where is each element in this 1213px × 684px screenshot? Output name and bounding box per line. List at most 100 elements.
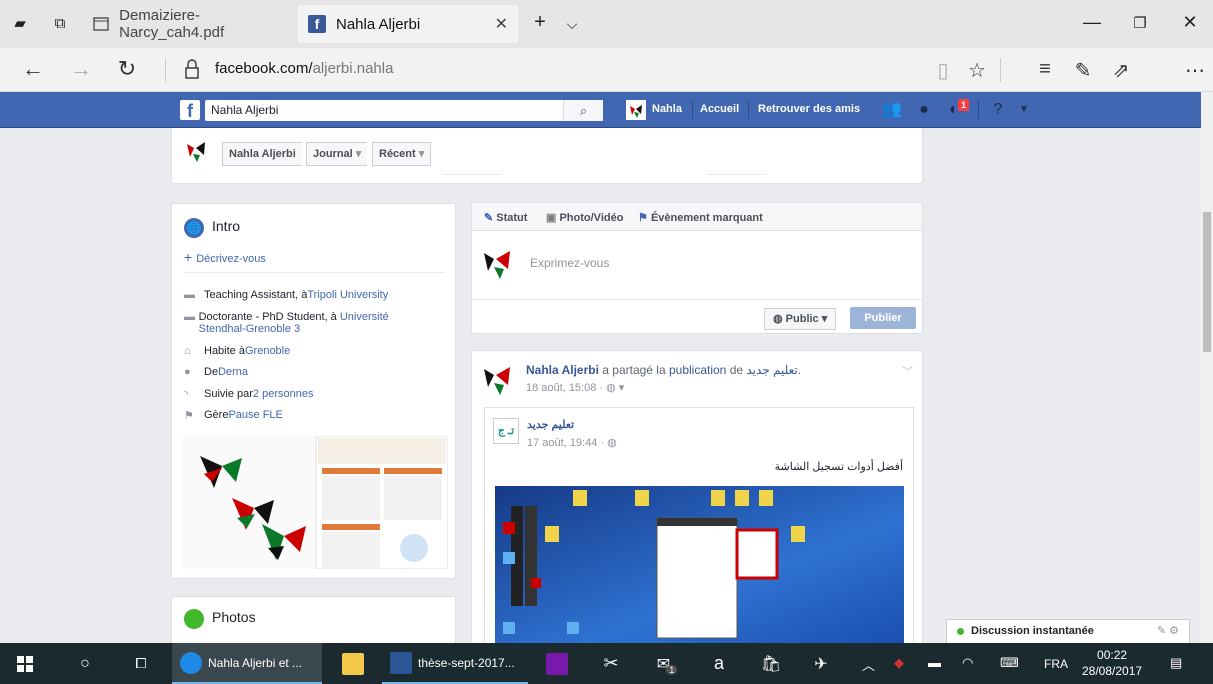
account-menu-chevron-icon[interactable]: ▼	[1014, 100, 1034, 120]
post-image[interactable]	[495, 486, 904, 646]
wifi-icon[interactable]: ◠	[962, 655, 973, 671]
work-row: ▬ Teaching Assistant, à Tripoli Universit…	[184, 289, 388, 301]
snipping-tool-icon[interactable]: ✂	[598, 643, 624, 684]
timeline-button[interactable]: Journal ▾	[306, 142, 368, 166]
lives-link[interactable]: Grenoble	[245, 345, 290, 357]
bird-app-icon[interactable]: ✈	[806, 643, 836, 684]
globe-icon: 🌐	[184, 218, 204, 238]
find-friends-link[interactable]: Retrouver des amis	[758, 103, 860, 115]
audience-label: Public	[785, 313, 819, 325]
divider	[184, 272, 445, 273]
document-icon	[92, 15, 109, 33]
file-explorer-icon[interactable]	[340, 643, 366, 684]
profile-link[interactable]: Nahla	[652, 103, 682, 115]
post-source-link[interactable]: تعليم جديد	[746, 363, 797, 377]
facebook-logo-icon[interactable]: f	[180, 100, 200, 121]
work-link[interactable]: Tripoli University	[307, 289, 388, 301]
describe-yourself-link[interactable]: + Décrivez-vous	[184, 249, 266, 265]
close-window-icon[interactable]: ✕	[1175, 12, 1205, 33]
tab-status-label: Statut	[496, 212, 528, 224]
more-icon[interactable]: ⋯	[1180, 58, 1210, 83]
recent-button[interactable]: Récent ▾	[372, 142, 432, 166]
messages-icon[interactable]: ●	[914, 100, 934, 120]
page-logo[interactable]: تـ ج	[493, 418, 519, 444]
battery-icon[interactable]: ▬	[928, 655, 941, 670]
friend-requests-icon[interactable]: 👥	[882, 100, 902, 120]
forward-arrow-icon[interactable]: →	[66, 56, 96, 82]
tab-photo-label: Photo/Vidéo	[559, 212, 624, 224]
scrollbar-thumb[interactable]	[1203, 212, 1211, 352]
keyboard-icon[interactable]: ⌨	[1000, 655, 1019, 671]
taskbar-edge[interactable]: Nahla Aljerbi et ...	[172, 643, 322, 684]
home-link[interactable]: Accueil	[700, 103, 739, 115]
shared-page-name[interactable]: تعليم جديد	[527, 418, 574, 431]
photos-title[interactable]: Photos	[212, 609, 256, 625]
profile-name-button[interactable]: Nahla Aljerbi	[222, 142, 302, 166]
language-indicator[interactable]: FRA	[1044, 657, 1068, 671]
status-input[interactable]: Exprimez-vous	[530, 256, 609, 270]
url-field[interactable]: facebook.com/aljerbi.nahla	[215, 60, 393, 77]
tab-photo-video[interactable]: ▣ Photo/Vidéo	[546, 211, 623, 224]
chevron-down-icon[interactable]: ⌵	[562, 14, 582, 34]
divider	[692, 101, 693, 119]
tab-pdf-label: Demaiziere-Narcy_cah4.pdf	[119, 7, 225, 41]
tab-facebook[interactable]: f Nahla Aljerbi ✕	[298, 5, 518, 43]
antivirus-icon[interactable]: ◆	[894, 655, 904, 671]
onenote-icon[interactable]	[544, 643, 570, 684]
tray-chevron-icon[interactable]: ︿	[862, 655, 875, 674]
post-timestamp[interactable]: 18 août, 15:08 · ◍ ▾	[526, 381, 624, 394]
store-icon[interactable]: 🛍	[758, 643, 784, 684]
help-icon[interactable]: ?	[988, 100, 1008, 120]
amazon-icon[interactable]: a	[706, 643, 732, 684]
divider	[978, 101, 979, 119]
compose-icon[interactable]: ✎	[1157, 625, 1166, 637]
close-tab-icon[interactable]: ✕	[495, 14, 508, 34]
minimize-icon[interactable]: —	[1077, 12, 1107, 33]
gear-icon[interactable]: ⚙	[1169, 625, 1179, 637]
cortana-icon[interactable]: ○	[72, 643, 98, 684]
share-icon[interactable]: ⇗	[1106, 58, 1136, 83]
post-author-link[interactable]: Nahla Aljerbi	[526, 363, 599, 377]
tab-life-event[interactable]: ⚑ Évènement marquant	[638, 211, 763, 224]
task-view-icon[interactable]: ⧠	[128, 643, 154, 684]
hub-icon[interactable]: ≡	[1030, 58, 1060, 81]
search-icon[interactable]: ⌕	[563, 100, 603, 121]
facebook-icon: f	[308, 15, 326, 33]
chat-sidebar-tab[interactable]: Discussion instantanée ✎ ⚙	[946, 619, 1190, 643]
taskbar-word[interactable]: thèse-sept-2017...	[382, 643, 528, 684]
tab-preview-icon[interactable]: ⧉	[50, 14, 70, 34]
featured-photos[interactable]	[182, 435, 449, 570]
avatar[interactable]	[184, 138, 210, 164]
clock[interactable]: 00:22 28/08/2017	[1082, 647, 1142, 679]
publication-link[interactable]: publication	[669, 363, 726, 377]
manages-text: Gère	[204, 409, 229, 421]
set-aside-tabs-icon[interactable]: ▰	[10, 14, 30, 34]
search-input[interactable]: Nahla Aljerbi ⌕	[205, 100, 603, 121]
tab-status[interactable]: ✎ Statut	[484, 211, 527, 224]
shared-timestamp[interactable]: 17 août, 19:44 · ◍	[527, 436, 617, 449]
reading-view-icon[interactable]: ▯	[928, 58, 958, 83]
briefcase-icon: ▬	[184, 289, 195, 301]
web-note-icon[interactable]: ✎	[1068, 58, 1098, 83]
new-tab-icon[interactable]: +	[530, 12, 550, 32]
mail-icon[interactable]: ✉ 1	[652, 643, 682, 684]
page-scrollbar[interactable]	[1201, 92, 1213, 643]
manages-link[interactable]: Pause FLE	[228, 409, 282, 422]
refresh-icon[interactable]: ↻	[112, 56, 142, 82]
from-link[interactable]: Derna	[218, 366, 248, 378]
windows-start-icon[interactable]	[12, 643, 38, 684]
audience-selector[interactable]: ◍ Public ▾	[764, 308, 837, 330]
divider	[748, 101, 749, 119]
post-options-chevron-icon[interactable]: ﹀	[902, 363, 913, 379]
followers-link[interactable]: 2 personnes	[253, 388, 314, 401]
avatar[interactable]	[482, 361, 518, 397]
back-arrow-icon[interactable]: ←	[18, 56, 48, 82]
profile-nav-strip: Nahla Aljerbi Journal ▾ Récent ▾	[171, 128, 923, 184]
avatar[interactable]	[626, 100, 646, 120]
restore-icon[interactable]: ❐	[1125, 14, 1155, 32]
favorite-star-icon[interactable]: ☆	[962, 58, 992, 83]
plus-icon: +	[184, 249, 193, 265]
action-center-icon[interactable]: ▤	[1170, 655, 1182, 671]
tab-pdf[interactable]: Demaiziere-Narcy_cah4.pdf	[84, 5, 296, 43]
publish-button[interactable]: Publier	[850, 307, 916, 329]
